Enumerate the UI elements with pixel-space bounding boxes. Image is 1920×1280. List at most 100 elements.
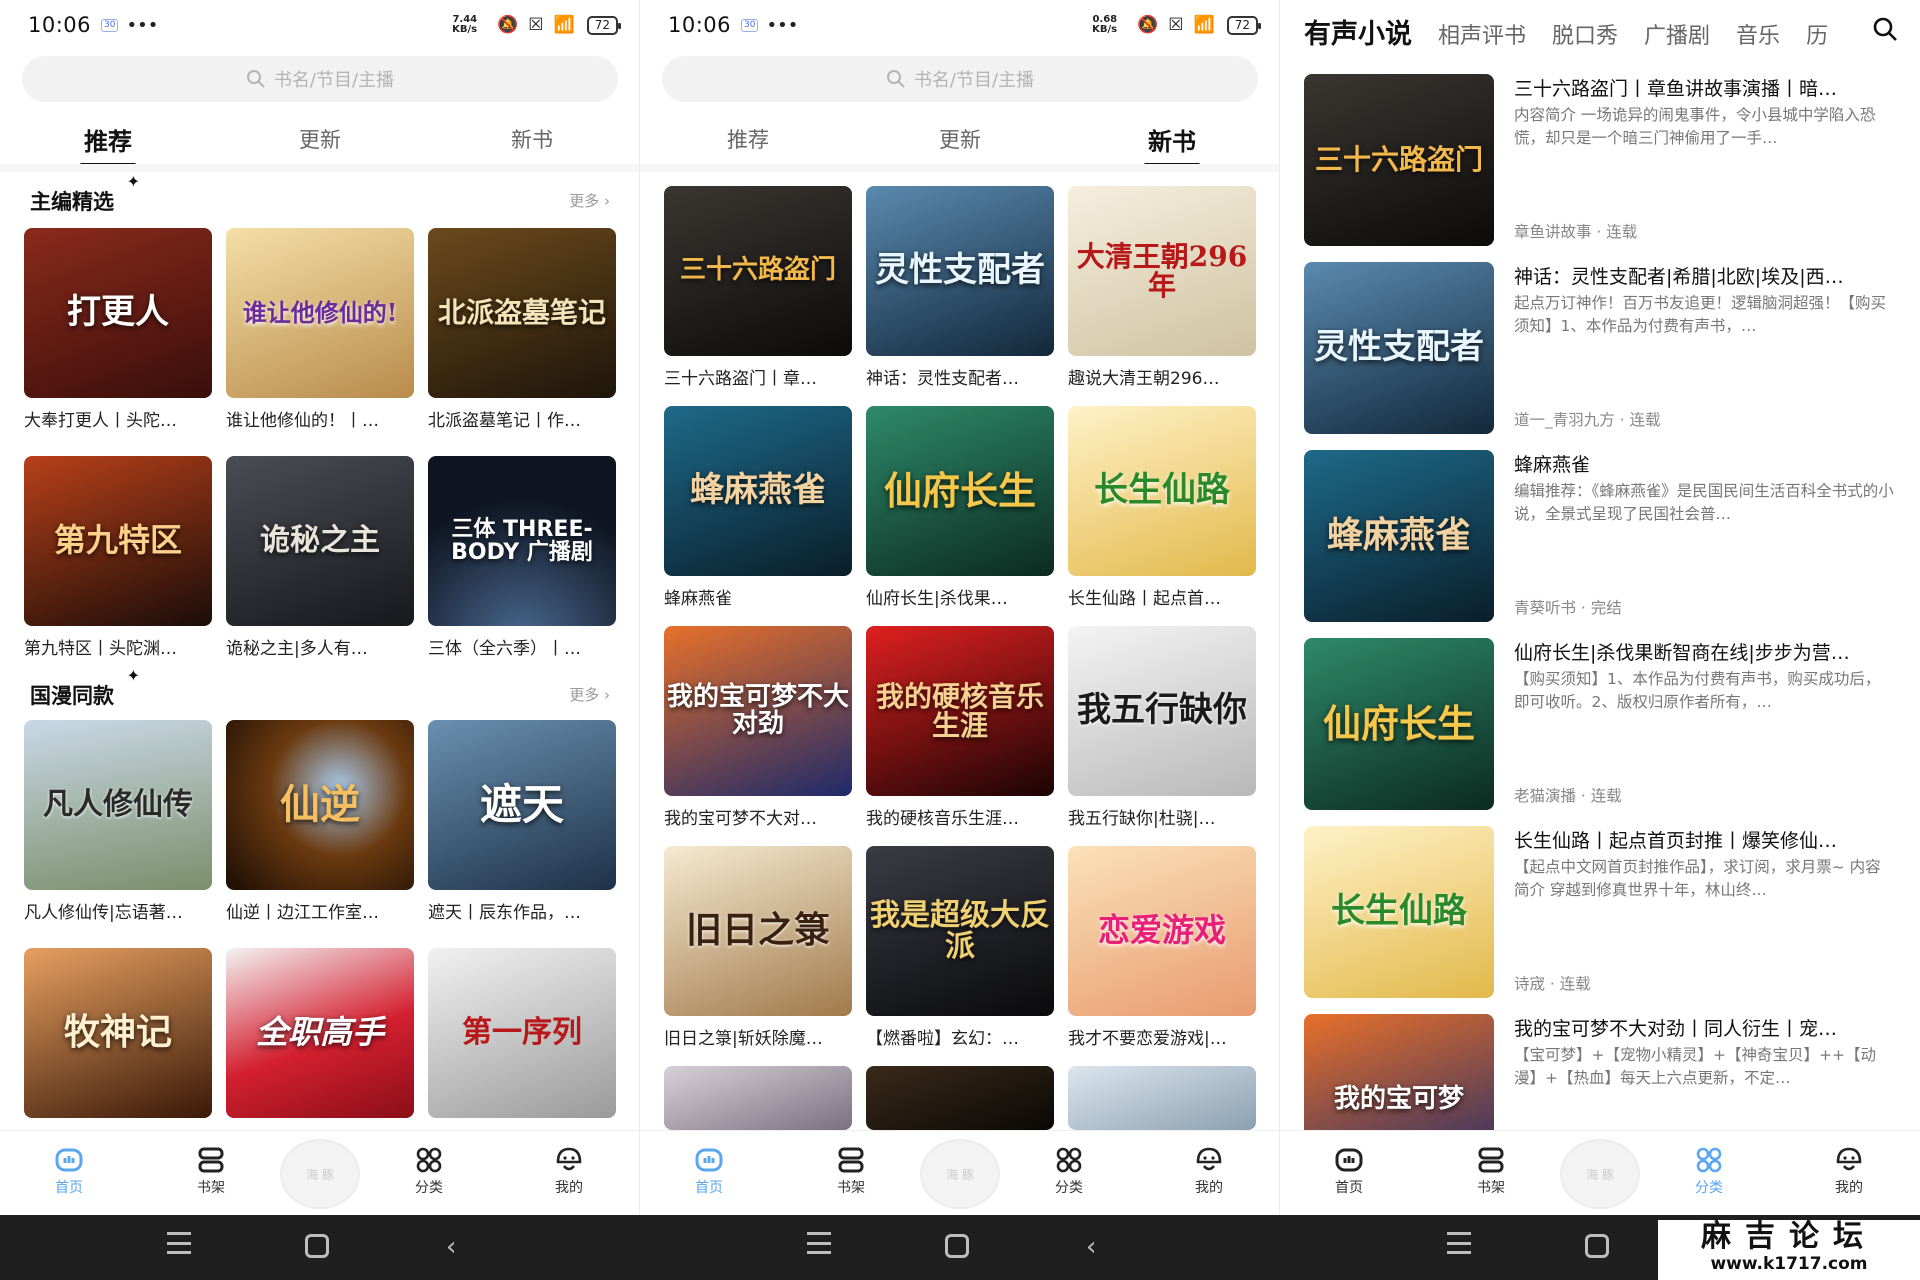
list-item[interactable]: 三十六路盗门 三十六路盗门丨章鱼讲故事演播丨暗… 内容简介 一场诡异的闹鬼事件，… <box>1304 74 1904 246</box>
item-title: 我的宝可梦不大对劲丨同人衍生丨宠… <box>1514 1018 1838 1040</box>
book-caption: 我的宝可梦不大对… <box>664 809 817 829</box>
book-card[interactable]: 第一序列 <box>428 948 616 1118</box>
back-key-icon[interactable]: ‹ <box>446 1232 456 1262</box>
cat-tab-radio-drama[interactable]: 广播剧 <box>1644 18 1710 50</box>
cat-tab-crosstalk[interactable]: 相声评书 <box>1438 18 1526 50</box>
book-card[interactable]: 我的宝可梦不大对劲 我的宝可梦不大对… <box>664 626 852 829</box>
book-cover: 全职高手 <box>226 948 414 1118</box>
status-bar: 10:06 30 ••• 7.44 KB/s 🔕 ☒ 📶 72 <box>0 0 640 50</box>
book-card[interactable]: 三体 THREE-BODY 广播剧 三体（全六季）丨… <box>428 456 616 659</box>
nav-home[interactable]: 首页 <box>24 1143 114 1197</box>
now-playing-button[interactable]: 海 豚 <box>1560 1139 1640 1209</box>
nav-shelf[interactable]: 书架 <box>166 1143 256 1197</box>
book-card[interactable]: 仙府长生 仙府长生|杀伐果… <box>866 406 1054 609</box>
tab-recommend[interactable]: 推荐 <box>38 122 178 166</box>
tab-update[interactable]: 更新 <box>250 124 390 154</box>
list-item[interactable]: 我的宝可梦 我的宝可梦不大对劲丨同人衍生丨宠… 【宝可梦】+【宠物小精灵】+【神… <box>1304 1014 1904 1130</box>
bottom-nav: 首页 书架 海 豚 分类 我的 <box>640 1130 1280 1215</box>
more-dots-icon: ••• <box>766 14 799 36</box>
book-card[interactable]: 谁让他修仙的! 谁让他修仙的！丨… <box>226 228 414 431</box>
book-card[interactable]: 打更人 大奉打更人丨头陀… <box>24 228 212 431</box>
book-card[interactable]: 三十六路盗门 三十六路盗门丨章… <box>664 186 852 389</box>
tab-new[interactable]: 新书 <box>1102 122 1242 166</box>
book-card[interactable]: 全职高手 <box>226 948 414 1118</box>
watermark: 麻吉论坛 www.k1717.com <box>1658 1220 1920 1280</box>
now-playing-button[interactable]: 海 豚 <box>280 1139 360 1209</box>
section-more-link[interactable]: 更多 › <box>569 684 610 705</box>
item-title: 三十六路盗门丨章鱼讲故事演播丨暗… <box>1514 78 1838 100</box>
list-item[interactable]: 灵性支配者 神话：灵性支配者|希腊|北欧|埃及|西… 起点万订神作！百万书友追更… <box>1304 262 1904 434</box>
nav-category[interactable]: 分类 <box>1664 1143 1754 1197</box>
book-cover <box>664 1066 852 1130</box>
list-item[interactable]: 蜂麻燕雀 蜂麻燕雀 编辑推荐：《蜂麻燕雀》是民国民间生活百科全书式的小说，全景式… <box>1304 450 1904 622</box>
cat-tab-history[interactable]: 历 <box>1806 18 1828 50</box>
book-card[interactable]: 北派盗墓笔记 北派盗墓笔记丨作… <box>428 228 616 431</box>
book-cover: 凡人修仙传 <box>24 720 212 890</box>
book-card[interactable]: 仙逆 仙逆丨边江工作室… <box>226 720 414 923</box>
tab-recommend[interactable]: 推荐 <box>678 124 818 154</box>
nav-mine[interactable]: 我的 <box>524 1143 614 1197</box>
book-card[interactable]: 诡秘之主 诡秘之主|多人有… <box>226 456 414 659</box>
nav-shelf[interactable]: 书架 <box>1446 1143 1536 1197</box>
tab-update[interactable]: 更新 <box>890 124 1030 154</box>
book-card[interactable]: 蜂麻燕雀 蜂麻燕雀 <box>664 406 852 609</box>
book-card[interactable]: 第九特区 第九特区丨头陀渊… <box>24 456 212 659</box>
home-key-icon[interactable] <box>945 1234 969 1258</box>
book-caption: 长生仙路丨起点首… <box>1068 589 1221 609</box>
book-card[interactable]: 大清王朝296年 趣说大清王朝296… <box>1068 186 1256 389</box>
nav-mine[interactable]: 我的 <box>1804 1143 1894 1197</box>
book-caption: 仙府长生|杀伐果… <box>866 589 1008 609</box>
recents-key-icon[interactable] <box>807 1232 831 1254</box>
item-desc: 【购买须知】1、本作品为付费有声书，购买成功后，即可收听。2、版权归原作者所有，… <box>1514 670 1881 711</box>
search-input[interactable]: 书名/节目/主播 <box>22 56 618 102</box>
item-title: 仙府长生|杀伐果断智商在线|步步为营… <box>1514 642 1850 664</box>
book-card[interactable]: 我五行缺你 我五行缺你|杜骁|… <box>1068 626 1256 829</box>
book-card[interactable] <box>866 1066 1054 1130</box>
search-icon <box>886 70 905 88</box>
book-card[interactable]: 凡人修仙传 凡人修仙传|忘语著… <box>24 720 212 923</box>
book-cover: 蜂麻燕雀 <box>664 406 852 576</box>
book-card[interactable] <box>664 1066 852 1130</box>
book-card[interactable] <box>1068 1066 1256 1130</box>
shelf-icon <box>838 1147 864 1173</box>
back-key-icon[interactable]: ‹ <box>1086 1232 1096 1262</box>
list-item[interactable]: 仙府长生 仙府长生|杀伐果断智商在线|步步为营… 【购买须知】1、本作品为付费有… <box>1304 638 1904 810</box>
book-card[interactable]: 长生仙路 长生仙路丨起点首… <box>1068 406 1256 609</box>
book-cover: 长生仙路 <box>1068 406 1256 576</box>
cat-tab-audio-novel[interactable]: 有声小说 <box>1304 12 1412 51</box>
network-speed: 0.68 KB/s <box>1092 14 1118 35</box>
book-card[interactable]: 灵性支配者 神话：灵性支配者… <box>866 186 1054 389</box>
recents-key-icon[interactable] <box>167 1232 191 1254</box>
list-item[interactable]: 长生仙路 长生仙路丨起点首页封推丨爆笑修仙… 【起点中文网首页封推作品】，求订阅… <box>1304 826 1904 998</box>
book-card[interactable]: 旧日之箓 旧日之箓|斩妖除魔… <box>664 846 852 1049</box>
nav-home[interactable]: 首页 <box>1304 1143 1394 1197</box>
home-key-icon[interactable] <box>1585 1234 1609 1258</box>
book-cover: 三十六路盗门 <box>664 186 852 356</box>
tab-new[interactable]: 新书 <box>462 124 602 154</box>
book-card[interactable]: 牧神记 <box>24 948 212 1118</box>
book-card[interactable]: 我的硬核音乐生涯 我的硬核音乐生涯… <box>866 626 1054 829</box>
search-input[interactable]: 书名/节目/主播 <box>662 56 1258 102</box>
book-caption: 仙逆丨边江工作室… <box>226 903 379 923</box>
search-icon[interactable] <box>1872 16 1898 42</box>
home-key-icon[interactable] <box>305 1234 329 1258</box>
cat-tab-standup[interactable]: 脱口秀 <box>1552 18 1618 50</box>
cat-tab-music[interactable]: 音乐 <box>1736 18 1780 50</box>
section-more-link[interactable]: 更多 › <box>569 190 610 211</box>
book-cover: 我的宝可梦 <box>1304 1014 1494 1130</box>
book-cover: 灵性支配者 <box>866 186 1054 356</box>
nav-category[interactable]: 分类 <box>1024 1143 1114 1197</box>
book-card[interactable]: 恋爱游戏 我才不要恋爱游戏|… <box>1068 846 1256 1049</box>
now-playing-button[interactable]: 海 豚 <box>920 1139 1000 1209</box>
book-caption: 蜂麻燕雀 <box>664 589 732 609</box>
wifi-icon: 📶 <box>553 15 575 35</box>
item-meta: 老猫演播 · 连载 <box>1514 787 1622 805</box>
nav-shelf[interactable]: 书架 <box>806 1143 896 1197</box>
status-time: 10:06 <box>668 13 732 37</box>
book-card[interactable]: 我是超级大反派 【燃番啦】玄幻：… <box>866 846 1054 1049</box>
nav-home[interactable]: 首页 <box>664 1143 754 1197</box>
recents-key-icon[interactable] <box>1447 1232 1471 1254</box>
nav-category[interactable]: 分类 <box>384 1143 474 1197</box>
nav-mine[interactable]: 我的 <box>1164 1143 1254 1197</box>
book-card[interactable]: 遮天 遮天丨辰东作品，… <box>428 720 616 923</box>
